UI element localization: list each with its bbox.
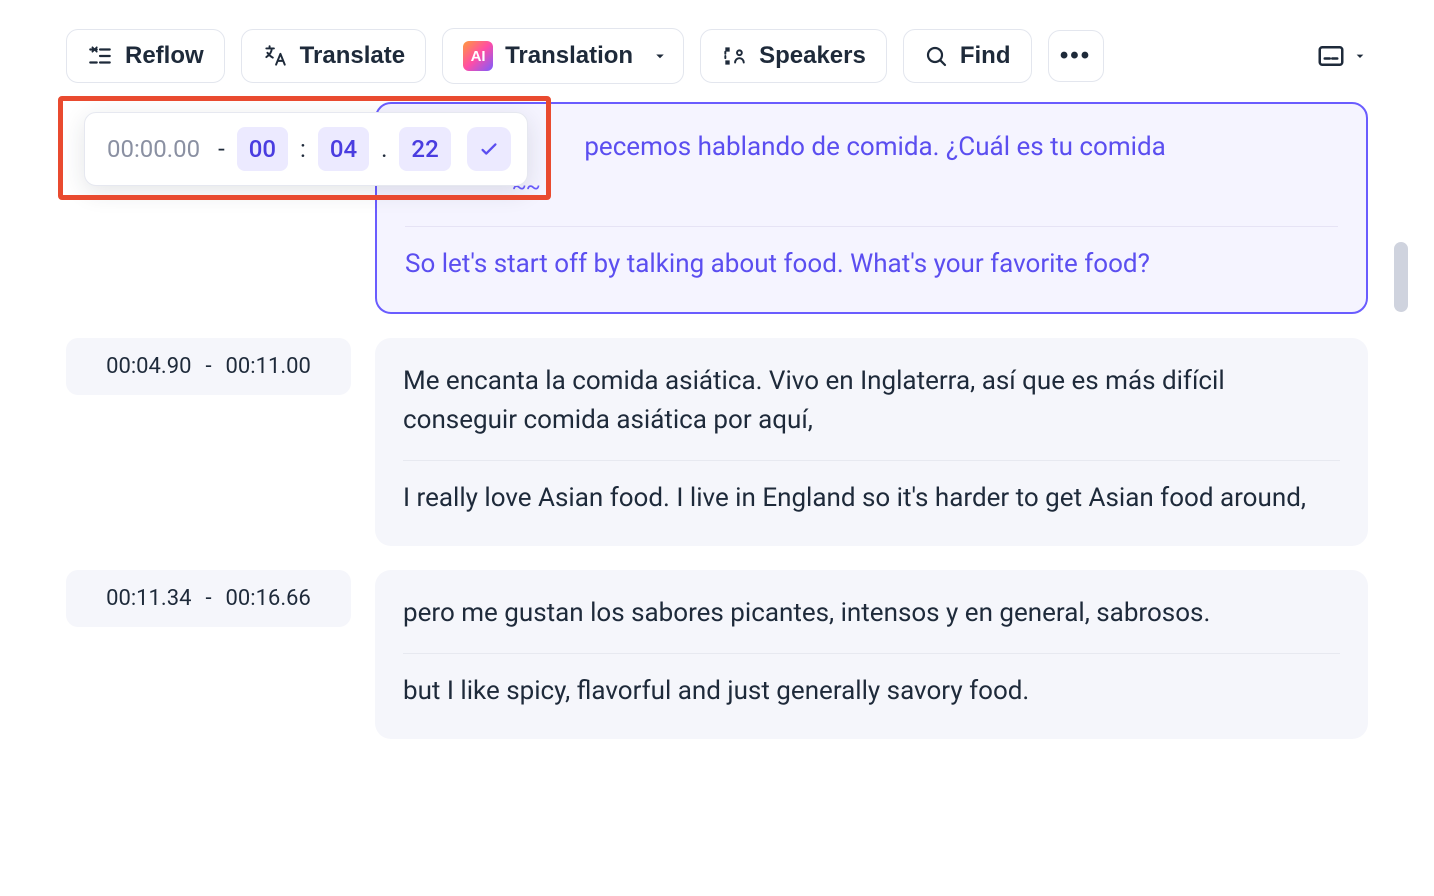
- more-button[interactable]: •••: [1048, 30, 1104, 82]
- chevron-down-icon: [1352, 48, 1368, 64]
- timestamp-dot: .: [379, 135, 389, 163]
- timestamp-start-readonly: 00:00.00: [101, 129, 206, 169]
- find-label: Find: [960, 42, 1011, 70]
- translate-label: Translate: [300, 42, 405, 70]
- translate-button[interactable]: Translate: [241, 29, 426, 83]
- time-chip[interactable]: 00:04.90 - 00:11.00: [66, 338, 351, 395]
- timestamp-ss-input[interactable]: 04: [318, 127, 369, 171]
- translate-icon: [262, 43, 288, 69]
- search-icon: [924, 44, 948, 68]
- time-start: 00:04.90: [106, 354, 191, 379]
- time-dash: -: [205, 354, 211, 379]
- time-start: 00:11.34: [106, 586, 191, 611]
- segment-source-text[interactable]: XXXXXXXXXXXpecemos hablando de comida. ¿…: [405, 128, 1338, 206]
- find-button[interactable]: Find: [903, 29, 1032, 83]
- timestamp-confirm-button[interactable]: [467, 127, 511, 171]
- editor-page: Reflow Translate AI Translation Speakers: [10, 10, 1424, 803]
- timestamp-dash: -: [216, 135, 227, 163]
- time-end: 00:16.66: [226, 586, 311, 611]
- reflow-icon: [87, 43, 113, 69]
- transcript-row: 00:04.90 - 00:11.00 Me encanta la comida…: [66, 338, 1368, 546]
- transcript-row: 00:11.34 - 00:16.66 pero me gustan los s…: [66, 570, 1368, 739]
- check-icon: [478, 138, 500, 160]
- transcript-segment[interactable]: pero me gustan los sabores picantes, int…: [375, 570, 1368, 739]
- ellipsis-icon: •••: [1060, 42, 1091, 70]
- time-end: 00:11.00: [226, 354, 311, 379]
- scrollbar-thumb[interactable]: [1394, 242, 1408, 312]
- ai-badge-icon: AI: [463, 41, 493, 71]
- speakers-icon: [721, 43, 747, 69]
- segment-translation-text[interactable]: So let's start off by talking about food…: [405, 245, 1338, 284]
- reflow-label: Reflow: [125, 42, 204, 70]
- time-dash: -: [205, 586, 211, 611]
- toolbar: Reflow Translate AI Translation Speakers: [26, 10, 1408, 102]
- speakers-button[interactable]: Speakers: [700, 29, 887, 83]
- time-chip[interactable]: 00:11.34 - 00:16.66: [66, 570, 351, 627]
- translation-label: Translation: [505, 42, 633, 70]
- timestamp-colon: :: [298, 135, 308, 163]
- segment-translation-text[interactable]: but I like spicy, flavorful and just gen…: [403, 672, 1340, 711]
- segment-source-text[interactable]: pero me gustan los sabores picantes, int…: [403, 594, 1340, 633]
- reflow-button[interactable]: Reflow: [66, 29, 225, 83]
- subtitle-view-icon: [1316, 41, 1346, 71]
- timestamp-cs-input[interactable]: 22: [399, 127, 450, 171]
- view-mode-toggle[interactable]: [1316, 41, 1368, 71]
- timestamp-mm-input[interactable]: 00: [237, 127, 288, 171]
- transcript-content: 00:00.00 - 00 : 04 . 22 XXXXXXXXXXXpecem…: [26, 102, 1408, 803]
- segment-translation-text[interactable]: I really love Asian food. I live in Engl…: [403, 479, 1340, 518]
- transcript-segment[interactable]: Me encanta la comida asiática. Vivo en I…: [375, 338, 1368, 546]
- chevron-down-icon: [651, 47, 669, 65]
- translation-dropdown-button[interactable]: AI Translation: [442, 28, 684, 84]
- segment-divider: [403, 460, 1340, 461]
- timestamp-editor-popover: 00:00.00 - 00 : 04 . 22: [84, 112, 528, 186]
- segment-divider: [403, 653, 1340, 654]
- segment-source-text[interactable]: Me encanta la comida asiática. Vivo en I…: [403, 362, 1340, 440]
- speakers-label: Speakers: [759, 42, 866, 70]
- segment-divider: [405, 226, 1338, 227]
